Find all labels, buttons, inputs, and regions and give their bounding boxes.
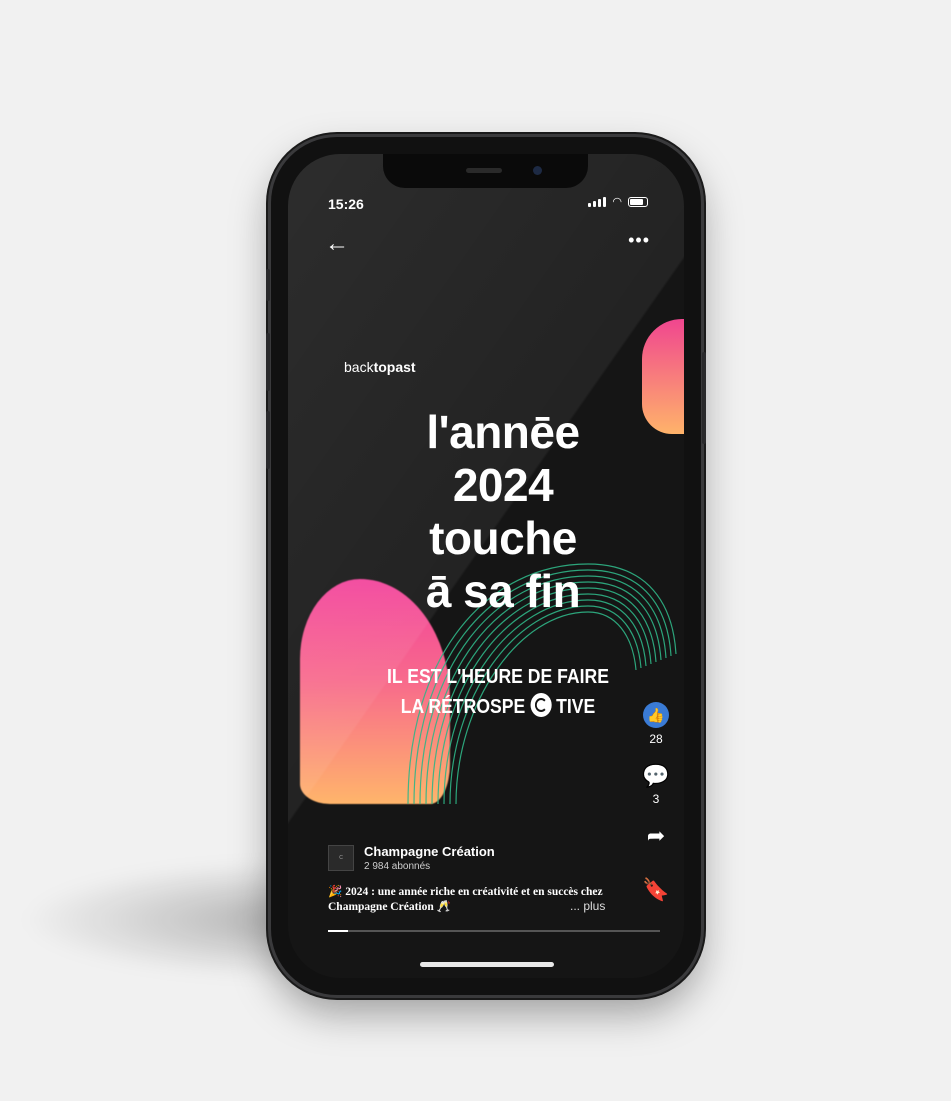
likes-count[interactable]: 28 bbox=[636, 732, 676, 746]
progress-fill bbox=[328, 930, 348, 932]
comment-icon[interactable]: 💬 bbox=[636, 764, 676, 788]
headline-line: l'annēe bbox=[426, 406, 580, 458]
phone-device: backtopast l'annēe 2024 touche ā sa fin … bbox=[266, 137, 706, 995]
brand-logo: backtopast bbox=[344, 359, 416, 375]
status-icons: ◠ bbox=[588, 196, 648, 208]
speaker bbox=[466, 168, 502, 173]
progress-bar bbox=[328, 930, 660, 932]
author-name[interactable]: Champagne Création bbox=[364, 844, 495, 859]
front-camera bbox=[533, 166, 542, 175]
signal-icon bbox=[588, 197, 607, 207]
subheadline-line-1: IL EST L'HEURE DE FAIRE bbox=[387, 666, 609, 688]
headline-line: touche bbox=[429, 512, 577, 564]
notch bbox=[383, 154, 588, 188]
subheadline-line-2: LA RÉTROSPE TIVE bbox=[366, 692, 630, 722]
headline-line: 2024 bbox=[452, 459, 554, 511]
follower-count: 2 984 abonnés bbox=[364, 861, 431, 872]
avatar[interactable]: C bbox=[328, 845, 354, 871]
thumbs-up-icon[interactable]: 👍 bbox=[643, 702, 669, 728]
mute-switch bbox=[266, 269, 270, 301]
bookmark-icon[interactable]: 🔖 bbox=[636, 878, 676, 902]
volume-up-button bbox=[266, 333, 270, 391]
share-icon[interactable]: ➦ bbox=[636, 824, 676, 848]
more-dots-icon[interactable]: ••• bbox=[628, 230, 650, 251]
gradient-blob-top bbox=[642, 319, 684, 434]
wifi-icon: ◠ bbox=[612, 196, 622, 208]
author-row[interactable]: C Champagne Création 2 984 abonnés bbox=[328, 844, 495, 872]
phone-screen: backtopast l'annēe 2024 touche ā sa fin … bbox=[288, 154, 684, 978]
post-headline: l'annēe 2024 touche ā sa fin bbox=[378, 406, 628, 618]
home-indicator[interactable] bbox=[420, 962, 554, 967]
headline-line: ā sa fin bbox=[425, 565, 581, 617]
power-button bbox=[702, 352, 706, 444]
post-subheadline: IL EST L'HEURE DE FAIRE LA RÉTROSPE TIVE bbox=[366, 662, 630, 722]
volume-down-button bbox=[266, 411, 270, 469]
arrow-left-icon[interactable]: ← bbox=[325, 232, 349, 256]
camera-logo-icon bbox=[530, 693, 552, 717]
see-more-link[interactable]: ... plus bbox=[570, 899, 605, 913]
comments-count[interactable]: 3 bbox=[636, 792, 676, 806]
status-time: 15:26 bbox=[328, 196, 364, 212]
battery-icon bbox=[628, 197, 648, 207]
action-column: 👍 28 💬 3 ➦ 🔖 bbox=[636, 702, 676, 902]
